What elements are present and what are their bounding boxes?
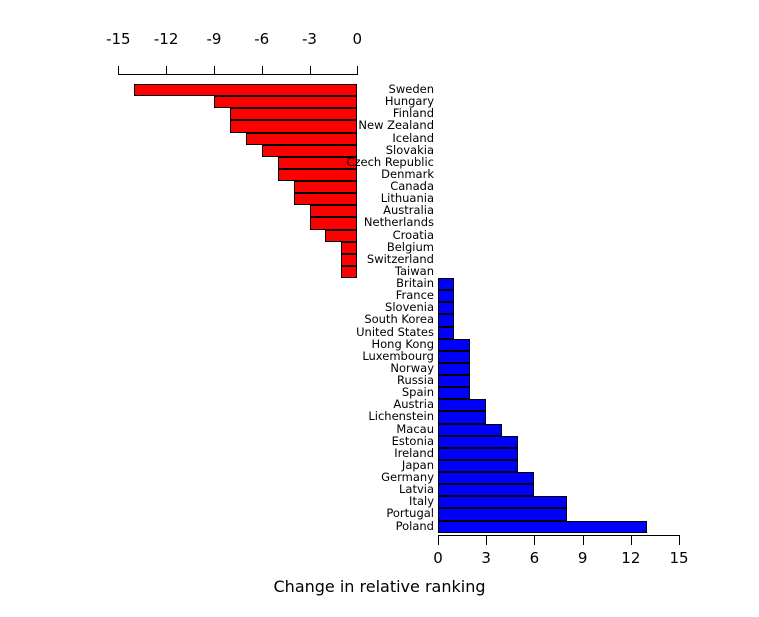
bar-category-label: Sweden	[388, 82, 434, 96]
bar-positive	[438, 314, 455, 327]
bar-positive	[438, 484, 535, 497]
bottom-axis-tick	[630, 536, 632, 545]
bottom-axis-tick	[534, 536, 536, 545]
bar-category-label: Latvia	[398, 482, 434, 497]
bottom-axis-tick	[679, 536, 681, 545]
bar-category-label: Estonia	[391, 433, 434, 448]
bar-positive	[438, 350, 471, 363]
bottom-axis-tick	[486, 536, 488, 545]
bar-category-label: Hungary	[384, 94, 434, 109]
bar-category-label: Luxembourg	[362, 348, 434, 363]
bar-category-label: Britain	[396, 276, 434, 290]
bar-positive	[438, 290, 455, 303]
bar-positive	[438, 435, 519, 448]
bar-category-label: Italy	[409, 494, 434, 509]
bar-category-label: Spain	[401, 385, 434, 400]
bottom-axis-tick	[438, 536, 439, 545]
top-axis-line	[118, 74, 359, 75]
bar-positive	[438, 399, 487, 412]
bar-positive	[438, 496, 567, 509]
bar-category-label: Macau	[396, 421, 434, 436]
bottom-axis-tick-label: 15	[669, 549, 689, 567]
bar-category-label: Lichenstein	[368, 409, 434, 424]
bar-category-label: Norway	[390, 360, 434, 375]
bar-category-label: Canada	[390, 179, 434, 193]
top-axis-tick	[166, 66, 168, 75]
bar-positive	[438, 472, 535, 485]
bar-positive	[438, 387, 471, 400]
bar-positive	[438, 520, 647, 533]
top-axis-tick	[357, 66, 359, 75]
bar-category-label: Czech Republic	[346, 154, 434, 169]
bar-positive	[438, 326, 455, 339]
bar-category-label: South Korea	[364, 312, 434, 327]
top-axis-tick	[213, 66, 215, 75]
bar-row: Poland	[0, 518, 759, 533]
chart-canvas: -15 -12 -9 -6 -3 0 Sweden Hungary Finland New Ze…	[0, 0, 759, 617]
top-axis-tick	[309, 66, 311, 75]
bar-positive	[438, 508, 567, 521]
bar-category-label: Switzerland	[366, 251, 434, 266]
bar-positive	[438, 447, 519, 460]
bottom-axis-tick	[582, 536, 584, 545]
bar-category-label: France	[395, 288, 434, 303]
bar-positive	[438, 423, 503, 436]
bar-category-label: Portugal	[386, 506, 434, 521]
bar-category-label: Ireland	[394, 445, 434, 460]
x-axis-label: Change in relative ranking	[273, 577, 486, 596]
bar-category-label: Netherlands	[363, 215, 434, 230]
bar-category-label: Taiwan	[394, 263, 434, 278]
bar-positive	[438, 278, 455, 291]
bar-category-label: Croatia	[392, 227, 434, 242]
bar-category-label: Poland	[395, 518, 434, 533]
bar-positive	[438, 302, 455, 315]
bar-positive	[438, 411, 487, 424]
bar-category-label: Germany	[381, 470, 434, 484]
bar-positive	[438, 375, 471, 388]
bar-positive	[438, 338, 471, 351]
bar-category-label: Iceland	[392, 130, 434, 145]
top-axis-tick	[118, 66, 120, 75]
bar-positive	[438, 459, 519, 472]
bar-category-label: Japan	[401, 457, 434, 472]
bottom-axis-line	[438, 535, 681, 536]
bar-category-label: Russia	[397, 373, 434, 387]
top-axis-tick-label: 0	[352, 30, 363, 48]
top-axis-tick	[261, 66, 263, 75]
bar-category-label: United States	[356, 324, 434, 339]
bar-positive	[438, 362, 471, 375]
bar-category-label: New Zealand	[358, 118, 434, 133]
bar-category-label: Lithuania	[380, 191, 434, 206]
bar-rows: Sweden Hungary Finland New Zealand Iceland Sl…	[0, 82, 759, 533]
bar-category-label: Denmark	[381, 166, 434, 181]
